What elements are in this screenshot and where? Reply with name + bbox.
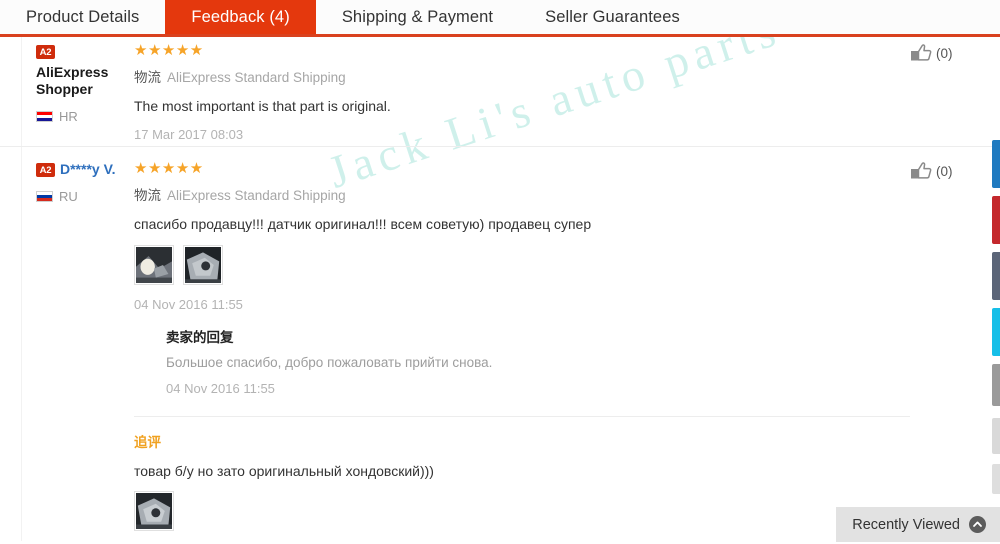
thumbs-up-icon xyxy=(911,44,932,61)
logistics-line: 物流 AliExpress Standard Shipping xyxy=(134,184,910,204)
logistics-label: 物流 xyxy=(134,188,161,204)
recently-viewed-widget[interactable]: Recently Viewed xyxy=(836,507,1000,542)
strip-gray-3[interactable] xyxy=(992,464,1000,494)
seller-reply: 卖家的回复 Большое спасибо, добро пожаловать … xyxy=(166,326,910,396)
chevron-up-circle-icon[interactable] xyxy=(969,516,986,533)
tab-product-details[interactable]: Product Details xyxy=(0,0,165,34)
country-code: RU xyxy=(59,189,78,204)
reviewer-identity: A2 AliExpress Shopper xyxy=(36,43,134,98)
helpful-button[interactable]: (0) xyxy=(910,161,1000,181)
review-photo-1 xyxy=(136,247,172,283)
strip-gray-2[interactable] xyxy=(992,418,1000,454)
helpful-button[interactable]: (0) xyxy=(910,43,1000,63)
feedback-photos xyxy=(134,245,910,285)
a2-badge-icon: A2 xyxy=(36,45,55,59)
seller-reply-date: 04 Nov 2016 11:55 xyxy=(166,381,275,396)
strip-slate[interactable] xyxy=(992,252,1000,300)
tab-shipping-payment[interactable]: Shipping & Payment xyxy=(316,0,519,34)
a2-badge-icon: A2 xyxy=(36,163,55,177)
strip-red[interactable] xyxy=(992,196,1000,244)
feedback-content: Jack Li's auto parts shop A2 AliExpress … xyxy=(0,0,1000,544)
tab-feedback[interactable]: Feedback (4) xyxy=(165,0,316,34)
logistics-line: 物流 AliExpress Standard Shipping xyxy=(134,66,910,86)
logistics-label: 物流 xyxy=(134,70,161,86)
feedback-page: Product Details Feedback (4) Shipping & … xyxy=(0,0,1000,544)
followup-review: 追评 товар б/у но зато оригинальный хондов… xyxy=(134,416,910,544)
feedback-item: A2 AliExpress Shopper HR ★★★★★ 物流 AliExp… xyxy=(0,37,1000,142)
feedback-body: ★★★★★ 物流 AliExpress Standard Shipping сп… xyxy=(134,155,910,544)
recently-viewed-label: Recently Viewed xyxy=(852,516,960,533)
feedback-date: 17 Mar 2017 08:03 xyxy=(134,127,244,142)
flag-ru-icon xyxy=(36,191,53,202)
strip-gray-1[interactable] xyxy=(992,364,1000,406)
feedback-photo-thumbnail[interactable] xyxy=(183,245,223,285)
reviewer-identity: A2 D****y V. xyxy=(36,161,134,178)
followup-photo-1 xyxy=(136,493,172,529)
reviewer-name[interactable]: D****y V. xyxy=(60,161,116,178)
chevron-up-glyph xyxy=(973,521,982,527)
feedback-date: 04 Nov 2016 11:55 xyxy=(134,297,243,312)
feedback-actions: (0) xyxy=(910,37,1000,142)
reviewer-country: HR xyxy=(36,109,134,124)
seller-reply-title: 卖家的回复 xyxy=(166,330,234,346)
shipping-method: AliExpress Standard Shipping xyxy=(167,188,346,203)
reviewer-info: A2 D****y V. RU xyxy=(0,155,134,544)
shipping-method: AliExpress Standard Shipping xyxy=(167,70,346,85)
followup-photo-thumbnail[interactable] xyxy=(134,491,174,531)
helpful-count: (0) xyxy=(936,163,953,179)
tab-label: Seller Guarantees xyxy=(545,7,680,26)
tab-label: Product Details xyxy=(26,7,140,26)
product-tab-bar: Product Details Feedback (4) Shipping & … xyxy=(0,0,1000,37)
feedback-photo-thumbnail[interactable] xyxy=(134,245,174,285)
feedback-text: The most important is that part is origi… xyxy=(134,98,391,114)
followup-text: товар б/у но зато оригинальный хондовски… xyxy=(134,463,434,479)
followup-photos xyxy=(134,491,910,531)
strip-cyan[interactable] xyxy=(992,308,1000,356)
tab-label: Shipping & Payment xyxy=(341,7,494,26)
side-launcher-strips xyxy=(991,0,1000,544)
feedback-text: спасибо продавцу!!! датчик оригинал!!! в… xyxy=(134,216,592,232)
followup-title: 追评 xyxy=(134,435,161,451)
reviewer-name: AliExpress Shopper xyxy=(36,64,109,97)
feedback-body: ★★★★★ 物流 AliExpress Standard Shipping Th… xyxy=(134,37,910,142)
reviewer-info: A2 AliExpress Shopper HR xyxy=(0,37,134,142)
tab-seller-guarantees[interactable]: Seller Guarantees xyxy=(519,0,706,34)
seller-reply-text: Большое спасибо, добро пожаловать прийти… xyxy=(166,355,493,370)
helpful-count: (0) xyxy=(936,45,953,61)
feedback-item: A2 D****y V. RU ★★★★★ 物流 AliExpress Stan… xyxy=(0,146,1000,544)
flag-hr-icon xyxy=(36,111,53,122)
feedback-actions: (0) xyxy=(910,155,1000,544)
thumbs-up-icon xyxy=(911,162,932,179)
tab-label: Feedback (4) xyxy=(191,7,290,26)
star-rating: ★★★★★ xyxy=(134,42,204,59)
country-code: HR xyxy=(59,109,78,124)
review-photo-2 xyxy=(185,247,221,283)
reviewer-country: RU xyxy=(36,189,134,204)
star-rating: ★★★★★ xyxy=(134,160,204,177)
strip-blue[interactable] xyxy=(992,140,1000,188)
